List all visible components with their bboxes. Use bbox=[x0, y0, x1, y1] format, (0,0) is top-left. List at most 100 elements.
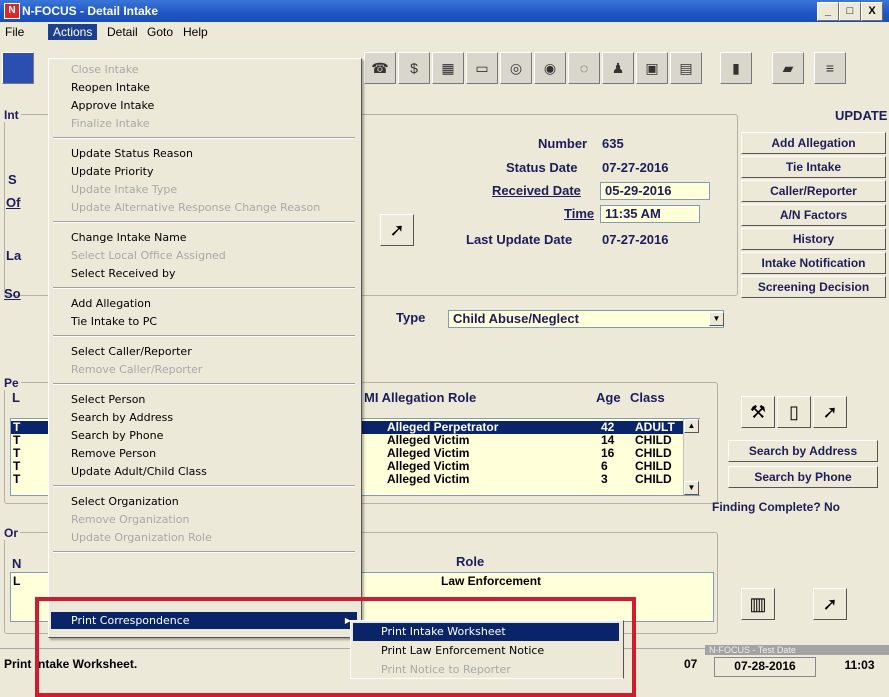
persons-age-header: Age bbox=[596, 390, 621, 405]
submenu-print-law-enforcement-notice[interactable]: Print Law Enforcement Notice bbox=[353, 642, 619, 660]
organizations-group-label: Or bbox=[2, 526, 21, 540]
time-label[interactable]: Time bbox=[564, 206, 594, 221]
time-field[interactable]: 11:35 AM bbox=[600, 205, 700, 223]
type-select[interactable]: Child Abuse/Neglect bbox=[448, 310, 724, 328]
org-col-fragment: N bbox=[12, 556, 22, 571]
window-icon[interactable] bbox=[2, 52, 34, 84]
persons-class-header: Class bbox=[630, 390, 665, 405]
chart-icon[interactable]: ▮ bbox=[720, 52, 752, 84]
intake-group-label: Int bbox=[2, 108, 21, 122]
arrow-icon[interactable]: ➚ bbox=[380, 214, 414, 246]
caller-reporter-button[interactable]: Caller/Reporter bbox=[741, 180, 886, 202]
menu-update-priority[interactable]: Update Priority bbox=[51, 163, 357, 180]
menu-actions[interactable]: Actions bbox=[48, 24, 98, 40]
menu-finalize-intake: Finalize Intake bbox=[71, 117, 150, 130]
environment-label: N-FOCUS - Test Date bbox=[705, 645, 889, 655]
aps-icon[interactable]: ▣ bbox=[636, 52, 668, 84]
scroll-up-arrow[interactable]: ▲ bbox=[684, 419, 699, 433]
window-title: N-FOCUS - Detail Intake bbox=[22, 4, 159, 18]
menu-bar: File Actions Detail Goto Help bbox=[0, 22, 889, 42]
menu-update-adult-child-class[interactable]: Update Adult/Child Class bbox=[51, 463, 357, 480]
persons-col-fragment: L bbox=[12, 390, 20, 405]
title-bar: N N-FOCUS - Detail Intake _ □ X bbox=[0, 0, 889, 22]
menu-print-correspondence[interactable]: Print Correspondence ▶ bbox=[51, 612, 357, 629]
menu-update-organization-role: Update Organization Role bbox=[71, 531, 212, 544]
menu-print-correspondence-label: Print Correspondence bbox=[71, 614, 190, 627]
submenu-print-notice-to-reporter: Print Notice to Reporter bbox=[381, 663, 511, 676]
close-button[interactable]: X bbox=[861, 2, 883, 21]
money-icon[interactable]: $ bbox=[398, 52, 430, 84]
persons-scrollbar[interactable]: ▲ ▼ bbox=[683, 419, 700, 495]
menu-remove-caller-reporter: Remove Caller/Reporter bbox=[71, 363, 203, 376]
menu-close-intake: Close Intake bbox=[71, 63, 139, 76]
sdm-icon[interactable]: ◎ bbox=[500, 52, 532, 84]
row-age: 3 bbox=[601, 472, 608, 486]
search-by-phone-button[interactable]: Search by Phone bbox=[728, 466, 878, 488]
actions-menu: Close Intake Reopen Intake Approve Intak… bbox=[48, 58, 362, 638]
submenu-print-intake-worksheet[interactable]: Print Intake Worksheet bbox=[353, 623, 619, 641]
received-date-label[interactable]: Received Date bbox=[492, 183, 581, 198]
add-allegation-button[interactable]: Add Allegation bbox=[741, 132, 886, 154]
tie-intake-button[interactable]: Tie Intake bbox=[741, 156, 886, 178]
menu-select-local-office: Select Local Office Assigned bbox=[71, 249, 226, 262]
menu-detail[interactable]: Detail bbox=[102, 24, 143, 40]
menu-icon[interactable]: ≡ bbox=[814, 52, 846, 84]
menu-separator bbox=[53, 287, 355, 289]
menu-search-by-phone[interactable]: Search by Phone bbox=[51, 427, 357, 444]
menu-tie-intake-to-pc[interactable]: Tie Intake to PC bbox=[51, 313, 357, 330]
menu-select-caller-reporter[interactable]: Select Caller/Reporter bbox=[51, 343, 357, 360]
menu-goto[interactable]: Goto bbox=[142, 24, 178, 40]
screening-decision-button[interactable]: Screening Decision bbox=[741, 276, 886, 298]
finding-complete-label: Finding Complete? No bbox=[712, 500, 840, 514]
type-dropdown-arrow[interactable]: ▼ bbox=[709, 312, 724, 326]
open-folder-icon[interactable]: ▰ bbox=[772, 52, 804, 84]
history-button[interactable]: History bbox=[741, 228, 886, 250]
phone-icon[interactable]: ☎ bbox=[364, 52, 396, 84]
menu-select-received-by[interactable]: Select Received by bbox=[51, 265, 357, 282]
circle-icon[interactable]: ◉ bbox=[534, 52, 566, 84]
row-fragment: T bbox=[13, 472, 21, 486]
status-fragment: 07 bbox=[684, 657, 698, 671]
arrow-icon[interactable]: ➚ bbox=[813, 588, 847, 620]
select-person-icon[interactable]: ⚒ bbox=[741, 396, 775, 428]
menu-search-by-address[interactable]: Search by Address bbox=[51, 409, 357, 426]
menu-file[interactable]: File bbox=[0, 24, 29, 40]
intake-notification-button[interactable]: Intake Notification bbox=[741, 252, 886, 274]
arrow-icon[interactable]: ➚ bbox=[813, 396, 847, 428]
org-icon[interactable]: ▤ bbox=[670, 52, 702, 84]
last-update-value: 07-27-2016 bbox=[602, 232, 669, 247]
of-fragment[interactable]: Of bbox=[6, 195, 20, 210]
row-fragment: L bbox=[13, 574, 21, 588]
menu-help[interactable]: Help bbox=[178, 24, 213, 40]
app-icon: N bbox=[4, 3, 20, 19]
menu-separator bbox=[53, 221, 355, 223]
menu-update-alt-response: Update Alternative Response Change Reaso… bbox=[71, 201, 321, 214]
search-by-address-button[interactable]: Search by Address bbox=[728, 440, 878, 462]
menu-remove-person[interactable]: Remove Person bbox=[51, 445, 357, 462]
clipboard-icon[interactable]: ▯ bbox=[777, 396, 811, 428]
so-fragment[interactable]: So bbox=[4, 286, 21, 301]
status-time: 11:03 bbox=[844, 658, 875, 672]
menu-change-intake-name[interactable]: Change Intake Name bbox=[51, 229, 357, 246]
people-icon[interactable]: ♟ bbox=[602, 52, 634, 84]
row-class: CHILD bbox=[635, 472, 672, 486]
received-date-field[interactable]: 05-29-2016 bbox=[600, 182, 710, 200]
folder-icon[interactable]: ▭ bbox=[466, 52, 498, 84]
scroll-down-arrow[interactable]: ▼ bbox=[684, 481, 699, 495]
menu-select-person[interactable]: Select Person bbox=[51, 391, 357, 408]
menu-add-allegation[interactable]: Add Allegation bbox=[51, 295, 357, 312]
risk-icon[interactable]: ◌ bbox=[568, 52, 600, 84]
minimize-button[interactable]: _ bbox=[817, 2, 839, 21]
an-factors-button[interactable]: A/N Factors bbox=[741, 204, 886, 226]
maximize-button[interactable]: □ bbox=[839, 2, 861, 21]
building-icon[interactable]: ▥ bbox=[741, 588, 775, 620]
last-update-label: Last Update Date bbox=[466, 232, 573, 247]
menu-approve-intake[interactable]: Approve Intake bbox=[51, 97, 357, 114]
calendar-icon[interactable]: ▦ bbox=[432, 52, 464, 84]
menu-separator bbox=[53, 485, 355, 487]
la-fragment: La bbox=[6, 248, 22, 263]
menu-select-organization[interactable]: Select Organization bbox=[51, 493, 357, 510]
menu-update-status-reason[interactable]: Update Status Reason bbox=[51, 145, 357, 162]
menu-reopen-intake[interactable]: Reopen Intake bbox=[51, 79, 357, 96]
update-label: UPDATE bbox=[835, 108, 888, 123]
